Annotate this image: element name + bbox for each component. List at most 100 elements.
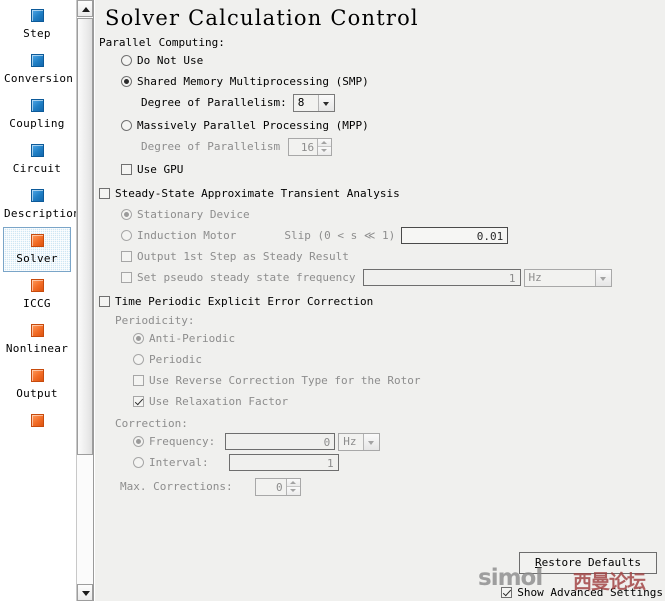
pseudo-frequency-unit-combobox[interactable]: Hz bbox=[523, 268, 612, 287]
blue-square-icon bbox=[30, 189, 44, 202]
scrollbar-up-button[interactable] bbox=[77, 0, 93, 17]
restore-defaults-label: estore Defaults bbox=[541, 556, 641, 569]
blue-square-icon bbox=[30, 99, 44, 112]
radio-row-do-not-use[interactable]: Do Not Use bbox=[95, 50, 665, 71]
radio-row-periodic[interactable]: Periodic bbox=[95, 349, 665, 370]
radio-label-stationary-device: Stationary Device bbox=[137, 208, 250, 221]
radio-stationary-device[interactable] bbox=[121, 209, 132, 220]
sidebar-item-label: Nonlinear bbox=[5, 342, 69, 355]
radio-anti-periodic[interactable] bbox=[133, 333, 144, 344]
scroll-down-arrow-icon bbox=[82, 591, 90, 596]
pseudo-frequency-input[interactable]: 1 bbox=[362, 269, 521, 286]
mpp-degree-spinner[interactable]: 16 bbox=[288, 137, 333, 156]
sidebar-item-solver[interactable]: Solver bbox=[3, 227, 71, 272]
interval-input[interactable]: 1 bbox=[228, 454, 339, 471]
chevron-down-icon[interactable] bbox=[594, 269, 611, 286]
max-corrections-row: Max. Corrections: 0 bbox=[95, 476, 665, 497]
show-advanced-settings-row[interactable]: Show Advanced Settings bbox=[501, 586, 663, 599]
radio-label-periodic: Periodic bbox=[149, 353, 202, 366]
induction-motor-row: Induction Motor Slip (0 < s ≪ 1) 0.01 bbox=[95, 225, 665, 246]
checkbox-row-time-periodic[interactable]: Time Periodic Explicit Error Correction bbox=[95, 291, 665, 312]
sidebar-item-label: Conversion bbox=[4, 72, 74, 85]
checkbox-reverse-correction[interactable] bbox=[133, 375, 144, 386]
radio-row-smp[interactable]: Shared Memory Multiprocessing (SMP) bbox=[95, 71, 665, 92]
radio-smp[interactable] bbox=[121, 76, 132, 87]
sidebar-item-circuit[interactable]: Circuit bbox=[3, 137, 71, 182]
checkbox-label-steady-state: Steady-State Approximate Transient Analy… bbox=[115, 187, 400, 200]
frequency-unit-value: Hz bbox=[343, 435, 357, 448]
checkbox-row-relaxation-factor[interactable]: Use Relaxation Factor bbox=[95, 391, 665, 412]
spinner-buttons[interactable] bbox=[317, 138, 332, 155]
checkbox-pseudo-frequency[interactable] bbox=[121, 272, 132, 283]
blue-square-icon bbox=[30, 144, 44, 157]
radio-label-induction-motor: Induction Motor bbox=[137, 229, 237, 242]
smp-degree-label: Degree of Parallelism: bbox=[141, 96, 287, 109]
radio-row-mpp[interactable]: Massively Parallel Processing (MPP) bbox=[95, 115, 665, 136]
chevron-down-icon[interactable] bbox=[317, 94, 334, 111]
sidebar-item-coupling[interactable]: Coupling bbox=[3, 92, 71, 137]
sidebar-item-output[interactable]: Output bbox=[3, 362, 71, 407]
sidebar-item-next[interactable] bbox=[3, 407, 71, 440]
frequency-label: Frequency: bbox=[149, 435, 216, 448]
sidebar-item-step[interactable]: Step bbox=[3, 2, 71, 47]
scrollbar-down-button[interactable] bbox=[77, 584, 93, 601]
checkbox-time-periodic[interactable] bbox=[99, 296, 110, 307]
checkbox-use-gpu[interactable] bbox=[121, 164, 132, 175]
checkbox-row-steady-state[interactable]: Steady-State Approximate Transient Analy… bbox=[95, 183, 665, 204]
orange-square-icon bbox=[30, 414, 44, 427]
sidebar-item-label: Circuit bbox=[12, 162, 62, 175]
radio-do-not-use[interactable] bbox=[121, 55, 132, 66]
checkbox-row-reverse-correction[interactable]: Use Reverse Correction Type for the Roto… bbox=[95, 370, 665, 391]
checkbox-label-show-advanced-settings: Show Advanced Settings bbox=[517, 586, 663, 599]
blue-square-icon bbox=[30, 9, 44, 22]
radio-frequency[interactable] bbox=[133, 436, 144, 447]
smp-degree-row: Degree of Parallelism: 8 bbox=[95, 92, 665, 113]
spinner-down-icon[interactable] bbox=[318, 146, 332, 155]
sidebar-item-nonlinear[interactable]: Nonlinear bbox=[3, 317, 71, 362]
checkbox-relaxation-factor[interactable] bbox=[133, 396, 144, 407]
radio-induction-motor[interactable] bbox=[121, 230, 132, 241]
frequency-input[interactable]: 0 bbox=[225, 433, 336, 450]
restore-defaults-button[interactable]: Restore Defaults bbox=[519, 552, 657, 574]
spinner-up-icon[interactable] bbox=[286, 478, 300, 486]
radio-row-stationary-device[interactable]: Stationary Device bbox=[95, 204, 665, 225]
sidebar-scrollbar[interactable] bbox=[76, 0, 93, 601]
interval-row: Interval: 1 bbox=[95, 452, 665, 473]
radio-periodic[interactable] bbox=[133, 354, 144, 365]
interval-label: Interval: bbox=[149, 456, 209, 469]
periodicity-group-label: Periodicity: bbox=[115, 314, 195, 327]
checkbox-output-first-step[interactable] bbox=[121, 251, 132, 262]
checkbox-label-output-first-step: Output 1st Step as Steady Result bbox=[137, 250, 349, 263]
sidebar-item-list: Step Conversion Coupling Circuit Descrip… bbox=[0, 0, 80, 440]
radio-label-do-not-use: Do Not Use bbox=[137, 54, 204, 67]
scrollbar-thumb[interactable] bbox=[77, 18, 93, 455]
max-corrections-spinner[interactable]: 0 bbox=[254, 477, 301, 496]
radio-mpp[interactable] bbox=[121, 120, 132, 131]
frequency-unit-combobox[interactable]: Hz bbox=[338, 432, 381, 451]
spinner-down-icon[interactable] bbox=[286, 486, 300, 495]
checkbox-row-use-gpu[interactable]: Use GPU bbox=[95, 159, 665, 180]
checkbox-row-output-first-step[interactable]: Output 1st Step as Steady Result bbox=[95, 246, 665, 267]
spinner-buttons[interactable] bbox=[285, 478, 300, 495]
orange-square-icon bbox=[30, 234, 44, 247]
sidebar-item-label: Coupling bbox=[9, 117, 65, 130]
radio-row-anti-periodic[interactable]: Anti-Periodic bbox=[95, 328, 665, 349]
chevron-down-icon[interactable] bbox=[363, 433, 380, 450]
sidebar-item-description[interactable]: Description bbox=[3, 182, 80, 227]
slip-input[interactable]: 0.01 bbox=[401, 227, 509, 244]
radio-interval[interactable] bbox=[133, 457, 144, 468]
sidebar-item-iccg[interactable]: ICCG bbox=[3, 272, 71, 317]
spinner-up-icon[interactable] bbox=[318, 138, 332, 146]
checkbox-label-use-gpu: Use GPU bbox=[137, 163, 184, 176]
slip-label: Slip (0 < s ≪ 1) bbox=[284, 229, 396, 242]
checkbox-steady-state[interactable] bbox=[99, 188, 110, 199]
frequency-row: Frequency: 0 Hz bbox=[95, 431, 665, 452]
sidebar-item-label: Solver bbox=[16, 252, 58, 265]
checkbox-show-advanced-settings[interactable] bbox=[501, 587, 513, 598]
orange-square-icon bbox=[30, 279, 44, 292]
smp-degree-combobox[interactable]: 8 bbox=[292, 93, 335, 112]
orange-square-icon bbox=[30, 324, 44, 337]
sidebar-item-conversion[interactable]: Conversion bbox=[3, 47, 74, 92]
sidebar-item-label: ICCG bbox=[23, 297, 51, 310]
mpp-degree-row: Degree of Parallelism 16 bbox=[95, 136, 665, 157]
